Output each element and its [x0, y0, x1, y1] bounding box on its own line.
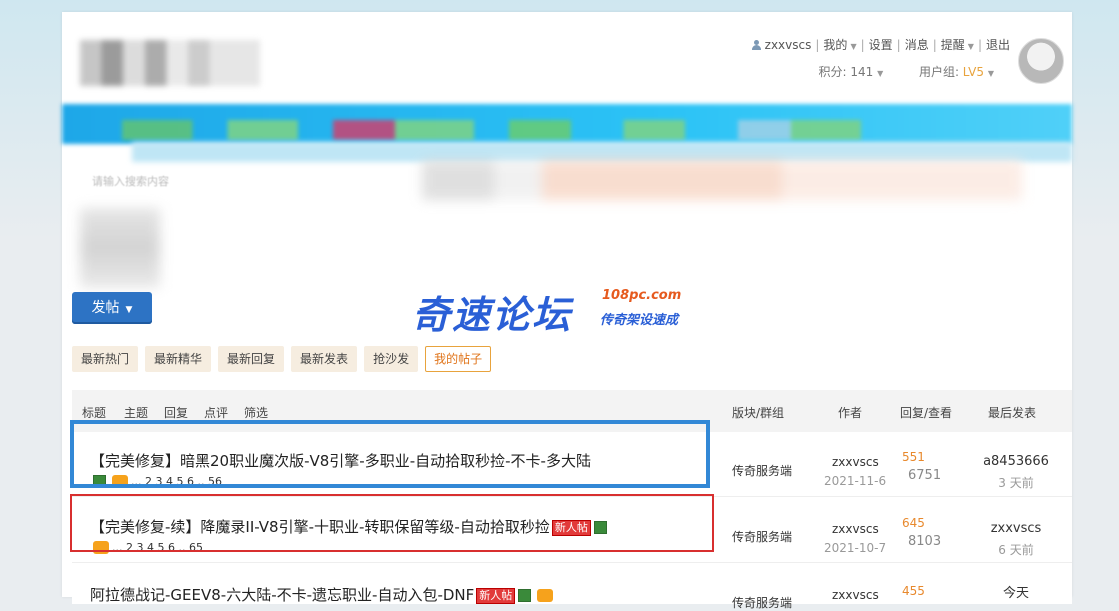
- col-author: 作者: [838, 406, 863, 420]
- watermark: 奇速论坛 108pc.com 传奇架设速成: [412, 282, 722, 337]
- post-date: 2021-11-6: [824, 474, 887, 488]
- highlight-box-blue: [70, 420, 710, 488]
- reply-count: 551: [902, 450, 925, 464]
- col-forum: 版块/群组: [732, 406, 785, 420]
- tab-latest-digest[interactable]: 最新精华: [145, 346, 212, 372]
- search-input[interactable]: 请输入搜索内容: [86, 168, 232, 196]
- points-link[interactable]: 积分: 141 ▼: [819, 65, 884, 79]
- filter-screen[interactable]: 筛选: [244, 404, 268, 421]
- reply-count: 645: [902, 516, 925, 530]
- forum-link[interactable]: 传奇服务端: [732, 528, 792, 545]
- menu-logout[interactable]: 退出: [986, 36, 1010, 53]
- table-row: 阿拉德战记-GEEV8-六大陆-不卡-遗忘职业-自动入包-DNF 新人帖 传奇服务…: [72, 564, 1072, 610]
- reply-count: 455: [902, 584, 925, 598]
- last-post-time[interactable]: 3 天前: [982, 474, 1050, 491]
- last-post-time[interactable]: 6 天前: [982, 541, 1050, 558]
- user-icon: [751, 39, 761, 50]
- user-bar: zxxvscs | 我的 ▼ | 设置 | 消息 | 提醒 ▼ | 退出: [751, 36, 1010, 53]
- site-logo[interactable]: [80, 40, 260, 86]
- hot-search-links: [422, 160, 1022, 200]
- forum-link[interactable]: 传奇服务端: [732, 462, 792, 479]
- chevron-down-icon: ▼: [125, 305, 133, 315]
- usergroup-link[interactable]: 用户组: LV5 ▼: [919, 65, 994, 79]
- menu-my[interactable]: 我的 ▼: [823, 36, 856, 53]
- filter-comment[interactable]: 点评: [204, 404, 228, 421]
- main-nav-items[interactable]: [122, 120, 1002, 140]
- col-last-post: 最后发表: [988, 406, 1037, 420]
- avatar[interactable]: [1018, 38, 1064, 84]
- post-date: 2021-10-7: [824, 541, 887, 555]
- view-count: 8103: [908, 534, 942, 549]
- new-user-badge: 新人帖: [476, 587, 516, 604]
- author-link[interactable]: zxxvscs: [832, 588, 879, 602]
- menu-messages[interactable]: 消息: [905, 36, 929, 53]
- breadcrumb: [80, 208, 160, 288]
- thread-filter-tabs: 最新热门 最新精华 最新回复 最新发表 抢沙发 我的帖子: [72, 346, 498, 372]
- author-link[interactable]: zxxvscs: [832, 455, 879, 469]
- last-poster-link[interactable]: a8453666: [982, 454, 1050, 469]
- tab-sofa[interactable]: 抢沙发: [364, 346, 419, 372]
- hot-thread-icon: [537, 589, 554, 602]
- col-reply-view: 回复/查看: [900, 406, 953, 420]
- menu-notifications[interactable]: 提醒 ▼: [941, 36, 974, 53]
- watermark-site: 108pc.com: [602, 288, 682, 303]
- author-link[interactable]: zxxvscs: [832, 522, 879, 536]
- user-stats: 积分: 141 ▼ 用户组: LV5 ▼: [819, 63, 994, 80]
- chevron-down-icon: ▼: [850, 42, 857, 51]
- filter-subject[interactable]: 主题: [124, 404, 148, 421]
- last-poster-link[interactable]: zxxvscs: [982, 521, 1050, 536]
- chevron-down-icon: ▼: [967, 42, 974, 51]
- watermark-title: 奇速论坛: [412, 293, 573, 337]
- tab-latest-reply[interactable]: 最新回复: [218, 346, 285, 372]
- highlight-box-red: [70, 494, 714, 552]
- image-attachment-icon: [518, 589, 532, 602]
- watermark-slogan: 传奇架设速成: [600, 313, 679, 328]
- tab-my-threads[interactable]: 我的帖子: [425, 346, 492, 372]
- tab-latest-post[interactable]: 最新发表: [291, 346, 358, 372]
- filter-reply[interactable]: 回复: [164, 404, 188, 421]
- menu-settings[interactable]: 设置: [869, 36, 893, 53]
- username-link[interactable]: zxxvscs: [765, 38, 812, 52]
- view-count: 6751: [908, 468, 942, 483]
- sub-nav-bar: [132, 142, 1072, 162]
- thread-title-link[interactable]: 阿拉德战记-GEEV8-六大陆-不卡-遗忘职业-自动入包-DNF 新人帖: [90, 584, 556, 605]
- filter-title[interactable]: 标题: [82, 404, 106, 421]
- tab-latest-hot[interactable]: 最新热门: [72, 346, 139, 372]
- new-post-button[interactable]: 发帖 ▼: [72, 292, 152, 324]
- last-post-time[interactable]: 今天: [982, 582, 1050, 601]
